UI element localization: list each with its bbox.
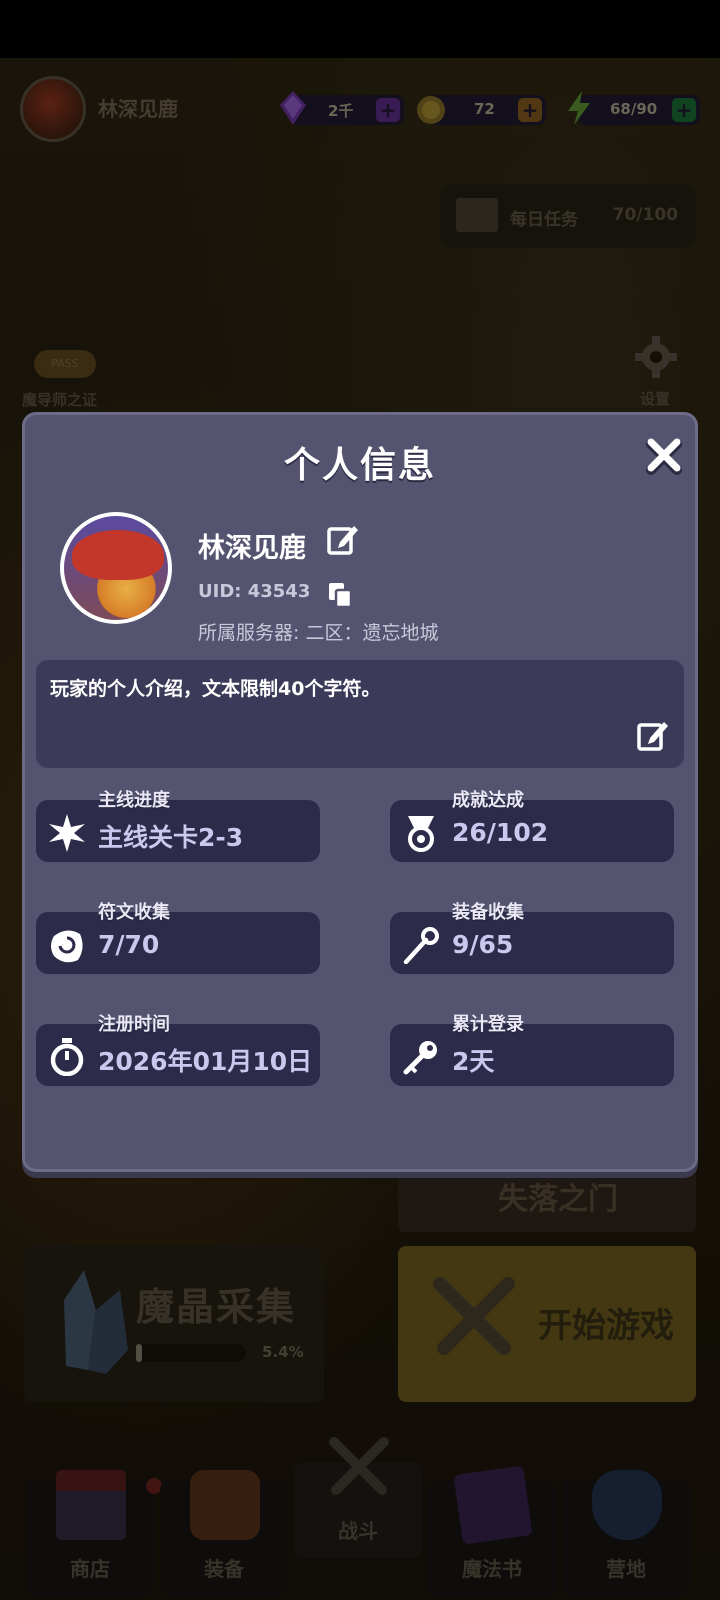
stat-main-progress: 主线进度 主线关卡2-3 <box>36 790 320 862</box>
medal-icon <box>408 816 434 852</box>
stat-equipment: 装备收集 9/65 <box>390 902 674 974</box>
staff-icon <box>403 927 439 964</box>
stat-value: 2026年01月10日 <box>98 1047 313 1076</box>
player-name: 林深见鹿 <box>198 533 306 564</box>
player-uid: UID: 43543 <box>198 581 311 602</box>
bio-text: 玩家的个人介绍，文本限制40个字符。 <box>50 678 381 700</box>
stat-runes: 符文收集 7/70 <box>36 902 320 974</box>
sparkle-icon <box>49 814 85 852</box>
stat-value: 9/65 <box>452 930 514 959</box>
stat-register-time: 注册时间 2026年01月10日 <box>36 1014 320 1086</box>
stat-caption: 符文收集 <box>98 902 170 923</box>
edit-name-icon[interactable] <box>326 522 360 556</box>
player-server: 所属服务器: 二区：遗忘地城 <box>198 622 439 644</box>
edit-bio-icon[interactable] <box>636 718 670 752</box>
close-icon[interactable] <box>642 434 686 478</box>
stat-caption: 装备收集 <box>452 902 524 923</box>
stat-value: 2天 <box>452 1047 495 1076</box>
dialog-title: 个人信息 <box>283 445 436 486</box>
stat-value: 主线关卡2-3 <box>98 823 244 852</box>
stat-caption: 主线进度 <box>98 790 170 811</box>
stat-caption: 成就达成 <box>452 790 524 811</box>
copy-icon[interactable] <box>328 582 352 608</box>
game-screen: 林深见鹿 2千 + 72 + 68/90 + 每日任务 70/100 PASS … <box>0 0 720 1600</box>
stat-caption: 累计登录 <box>452 1014 524 1035</box>
avatar[interactable] <box>60 512 172 624</box>
profile-dialog: 个人信息 林深见鹿 UID: 43543 所属服务器: 二区：遗忘地城 玩家的个… <box>22 412 698 1172</box>
stat-achievements: 成就达成 26/102 <box>390 790 674 862</box>
key-icon <box>403 1041 437 1075</box>
stopwatch-icon <box>50 1038 84 1076</box>
status-bar <box>0 0 720 58</box>
stat-caption: 注册时间 <box>98 1014 170 1035</box>
stat-value: 7/70 <box>98 930 160 959</box>
bio-box: 玩家的个人介绍，文本限制40个字符。 <box>36 660 684 768</box>
stat-value: 26/102 <box>452 818 549 847</box>
rune-stone-icon <box>51 930 83 963</box>
stat-login-days: 累计登录 2天 <box>390 1014 674 1086</box>
